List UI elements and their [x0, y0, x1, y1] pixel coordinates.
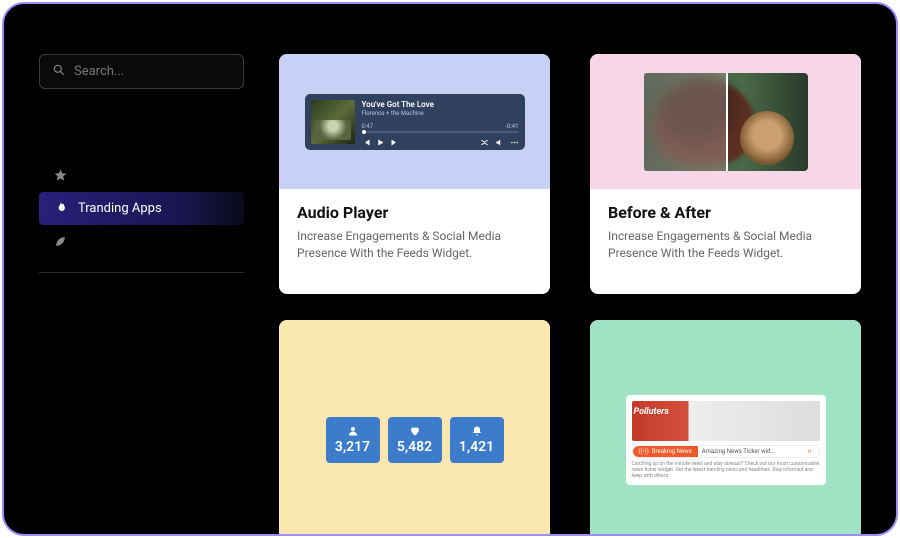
sidebar-item-label: Tranding Apps: [78, 201, 162, 216]
flame-icon: [53, 201, 68, 216]
sidebar-nav: Tranding Apps: [39, 159, 244, 273]
cards-grid: You've Got The Love Florence + the Machi…: [279, 54, 861, 534]
sidebar: Tranding Apps: [39, 54, 244, 534]
heart-icon: [409, 425, 421, 437]
counter-alerts: 1,421: [450, 417, 504, 463]
progress-bar[interactable]: [362, 131, 519, 133]
shuffle-icon[interactable]: [480, 138, 489, 149]
ticker-text: Amazing News Ticker wid...: [698, 448, 801, 455]
card-title: Audio Player: [297, 203, 532, 222]
counter-value: 3,217: [335, 439, 370, 455]
ticker-nav[interactable]: ‹›: [801, 448, 819, 455]
sidebar-separator: [39, 272, 244, 273]
layout: Tranding Apps You've: [4, 4, 896, 534]
counter-likes: 5,482: [388, 417, 442, 463]
news-desc: Catching up on the minute news and stay …: [632, 461, 820, 479]
photo-dog: [740, 111, 794, 165]
news-hero-image: [632, 401, 820, 441]
counter-value: 1,421: [459, 439, 494, 455]
time-remaining: -0:41: [505, 123, 518, 130]
play-icon[interactable]: [376, 138, 385, 149]
card-thumb: 3,217 5,482 1,421: [279, 320, 550, 536]
counters-row: 3,217 5,482 1,421: [326, 417, 504, 463]
search-icon: [52, 62, 66, 81]
next-icon[interactable]: [390, 138, 399, 149]
track-artist: Florence + the Machine: [362, 110, 519, 117]
audio-player-widget: You've Got The Love Florence + the Machi…: [305, 94, 525, 150]
card-before-after[interactable]: Before & After Increase Engagements & So…: [590, 54, 861, 294]
card-counter[interactable]: 3,217 5,482 1,421: [279, 320, 550, 536]
card-news-ticker[interactable]: ((•)) Breaking News Amazing News Ticker …: [590, 320, 861, 536]
card-meta: Before & After Increase Engagements & So…: [590, 189, 861, 277]
bell-icon: [471, 425, 483, 437]
card-meta: Audio Player Increase Engagements & Soci…: [279, 189, 550, 277]
leaf-icon: [53, 234, 68, 249]
sidebar-item-favorites[interactable]: [39, 159, 244, 192]
blur-overlay: [644, 73, 726, 171]
broadcast-icon: ((•)): [639, 448, 649, 455]
card-title: Before & After: [608, 203, 843, 222]
search-input[interactable]: [74, 64, 240, 79]
news-widget: ((•)) Breaking News Amazing News Ticker …: [626, 395, 826, 485]
star-icon: [53, 168, 68, 183]
sidebar-item-trending[interactable]: Tranding Apps: [39, 192, 244, 225]
card-audio-player[interactable]: You've Got The Love Florence + the Machi…: [279, 54, 550, 294]
user-icon: [347, 425, 359, 437]
counter-value: 5,482: [397, 439, 432, 455]
card-thumb: ((•)) Breaking News Amazing News Ticker …: [590, 320, 861, 536]
menu-icon[interactable]: [510, 138, 519, 149]
time-current: 0:47: [362, 123, 374, 130]
search-box[interactable]: [39, 54, 244, 89]
prev-icon[interactable]: [362, 138, 371, 149]
card-desc: Increase Engagements & Social Media Pres…: [297, 228, 532, 263]
track-title: You've Got The Love: [362, 100, 519, 109]
counter-users: 3,217: [326, 417, 380, 463]
card-desc: Increase Engagements & Social Media Pres…: [608, 228, 843, 263]
slider-handle[interactable]: [726, 73, 728, 171]
breaking-tag: ((•)) Breaking News: [633, 446, 698, 457]
sidebar-item-eco[interactable]: [39, 225, 244, 258]
app-frame: Tranding Apps You've: [2, 2, 898, 536]
news-ticker-bar: ((•)) Breaking News Amazing News Ticker …: [632, 445, 820, 458]
before-after-widget: [644, 73, 808, 171]
breaking-label: Breaking News: [652, 448, 692, 455]
card-thumb: [590, 54, 861, 189]
player-info: You've Got The Love Florence + the Machi…: [362, 100, 519, 144]
card-thumb: You've Got The Love Florence + the Machi…: [279, 54, 550, 189]
album-art: [311, 100, 355, 144]
volume-icon[interactable]: [495, 138, 504, 149]
